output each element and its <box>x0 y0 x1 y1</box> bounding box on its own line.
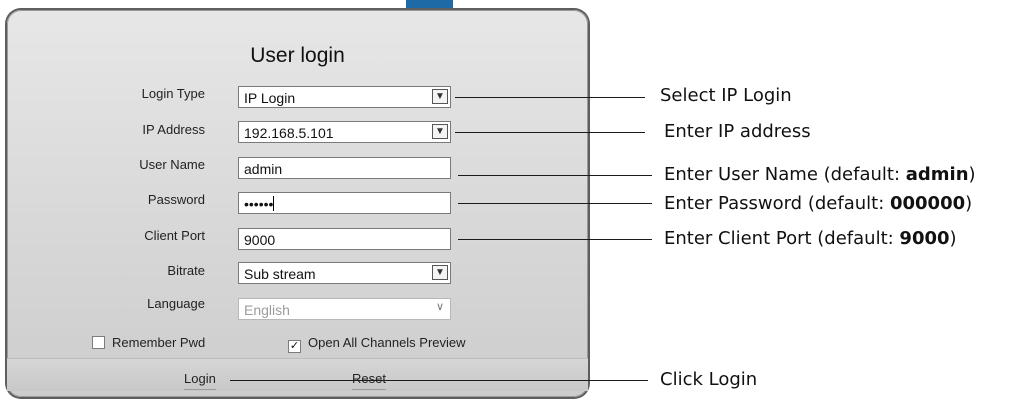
annotation-user-name-suffix: ) <box>968 164 976 185</box>
annotation-client-port-prefix: Enter Client Port (default: <box>664 228 900 249</box>
annotation-line-ip-address <box>455 132 645 133</box>
login-type-select[interactable]: IP Login ▼ <box>238 86 451 108</box>
annotation-client-port-default: 9000 <box>899 228 950 249</box>
remember-pwd-label: Remember Pwd <box>112 335 206 350</box>
annotation-password-default: 000000 <box>889 193 966 214</box>
dialog-footer <box>7 358 588 391</box>
annotation-login-type: Select IP Login <box>660 85 792 106</box>
annotation-client-port: Enter Client Port (default: 9000) <box>664 228 957 249</box>
language-select: English ∨ <box>238 298 451 320</box>
chevron-down-icon: ∨ <box>435 301 444 313</box>
password-value: •••••• <box>244 196 274 212</box>
annotation-ip-address: Enter IP address <box>664 121 811 142</box>
remember-pwd-option[interactable]: Remember Pwd <box>92 335 205 350</box>
open-all-channels-option[interactable]: ✓ Open All Channels Preview <box>288 335 466 353</box>
client-port-field[interactable]: 9000 <box>238 228 451 250</box>
annotation-line-password <box>458 203 652 204</box>
annotation-user-name-default: admin <box>905 164 969 185</box>
window-top-tab <box>406 0 453 10</box>
language-value: English <box>244 302 290 318</box>
password-field[interactable]: •••••• <box>238 192 451 214</box>
annotation-line-login <box>230 380 648 381</box>
annotation-user-name-prefix: Enter User Name (default: <box>664 164 906 185</box>
annotation-password-prefix: Enter Password (default: <box>664 193 890 214</box>
annotation-password: Enter Password (default: 000000) <box>664 193 972 214</box>
user-name-value: admin <box>244 161 283 177</box>
client-port-value: 9000 <box>244 232 276 248</box>
annotation-line-login-type <box>455 97 645 98</box>
login-type-value: IP Login <box>244 90 296 106</box>
annotation-line-client-port <box>458 239 652 240</box>
chevron-down-icon[interactable]: ▼ <box>432 124 448 139</box>
dialog-title: User login <box>250 44 345 67</box>
chevron-down-icon[interactable]: ▼ <box>432 265 448 280</box>
bitrate-select[interactable]: Sub stream ▼ <box>238 262 451 284</box>
annotation-login: Click Login <box>660 369 758 390</box>
annotation-line-user-name <box>458 175 652 176</box>
annotation-user-name: Enter User Name (default: admin) <box>664 164 976 185</box>
login-type-label: Login Type <box>141 86 205 101</box>
open-all-channels-checkbox[interactable]: ✓ <box>288 340 301 353</box>
bitrate-label: Bitrate <box>167 263 205 278</box>
annotation-client-port-suffix: ) <box>949 228 957 249</box>
language-label: Language <box>147 296 205 311</box>
open-all-channels-label: Open All Channels Preview <box>308 335 466 350</box>
ip-address-label: IP Address <box>142 122 205 137</box>
chevron-down-icon[interactable]: ▼ <box>432 89 448 104</box>
text-cursor <box>273 196 275 211</box>
client-port-label: Client Port <box>144 228 205 243</box>
remember-pwd-checkbox[interactable] <box>92 336 105 349</box>
ip-address-value: 192.168.5.101 <box>244 125 334 141</box>
password-label: Password <box>147 192 205 207</box>
user-name-field[interactable]: admin <box>238 157 451 179</box>
annotation-password-suffix: ) <box>965 193 973 214</box>
user-name-label: User Name <box>139 157 205 172</box>
bitrate-value: Sub stream <box>244 266 316 282</box>
ip-address-select[interactable]: 192.168.5.101 ▼ <box>238 121 451 143</box>
login-button[interactable]: Login <box>184 371 216 390</box>
